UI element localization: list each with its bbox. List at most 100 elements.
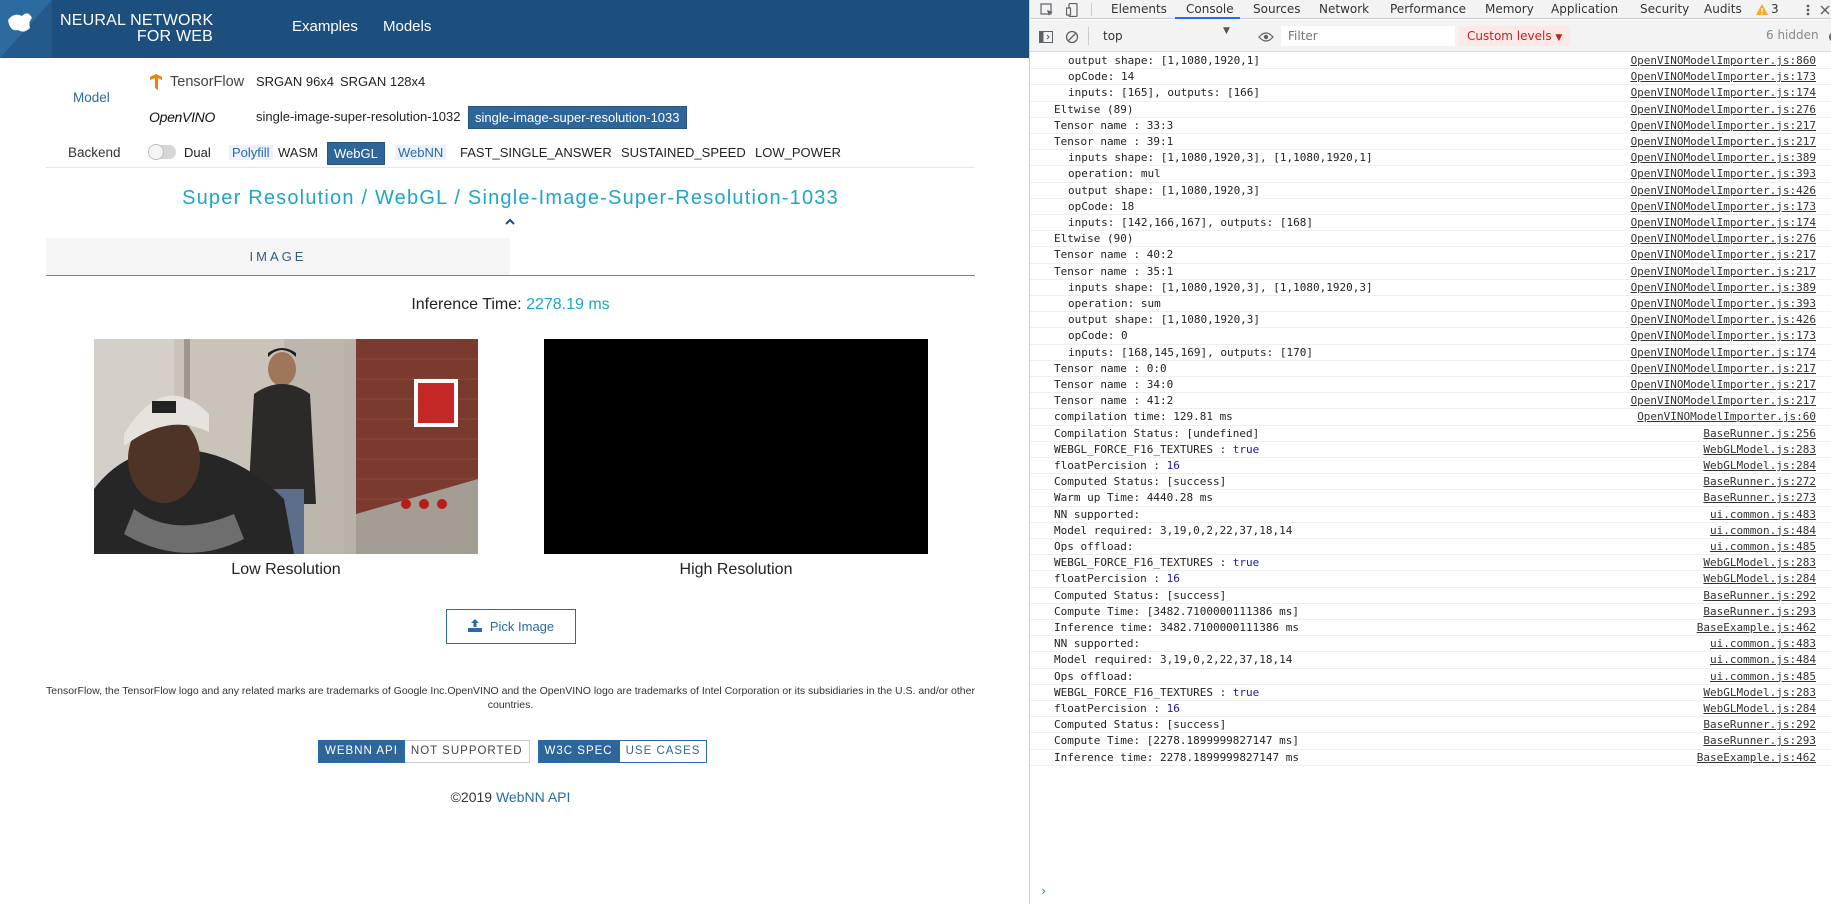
nav-examples[interactable]: Examples — [292, 18, 358, 35]
console-source-link[interactable]: ui.common.js:484 — [1710, 523, 1816, 539]
console-source-link[interactable]: OpenVINOModelImporter.js:174 — [1631, 215, 1816, 231]
console-source-link[interactable]: OpenVINOModelImporter.js:389 — [1631, 150, 1816, 166]
console-source-link[interactable]: OpenVINOModelImporter.js:217 — [1631, 377, 1816, 393]
console-message: WEBGL_FORCE_F16_TEXTURES : — [1054, 685, 1227, 699]
console-source-link[interactable]: ui.common.js:483 — [1710, 636, 1816, 652]
close-devtools-icon[interactable] — [1818, 2, 1831, 16]
copyright-link[interactable]: WebNN API — [496, 789, 570, 805]
model-srgan-96x4[interactable]: SRGAN 96x4 — [256, 74, 334, 89]
console-source-link[interactable]: BaseRunner.js:293 — [1703, 733, 1816, 749]
console-line: Warm up Time: 4440.28 ms BaseRunner.js:27… — [1030, 490, 1831, 507]
console-source-link[interactable]: WebGLModel.js:283 — [1703, 442, 1816, 458]
console-source-link[interactable]: OpenVINOModelImporter.js:173 — [1631, 199, 1816, 215]
console-source-link[interactable]: ui.common.js:485 — [1710, 669, 1816, 685]
sidebar-toggle-icon[interactable] — [1039, 29, 1053, 43]
console-source-link[interactable]: OpenVINOModelImporter.js:276 — [1631, 231, 1816, 247]
low-resolution-image — [94, 339, 478, 554]
tab-security[interactable]: Security — [1640, 2, 1689, 16]
tab-memory[interactable]: Memory — [1485, 2, 1534, 16]
console-source-link[interactable]: BaseRunner.js:272 — [1703, 474, 1816, 490]
console-source-link[interactable]: BaseExample.js:462 — [1697, 750, 1816, 766]
live-expression-eye-icon[interactable] — [1258, 29, 1274, 43]
settings-gear-icon[interactable] — [1827, 29, 1831, 43]
console-source-link[interactable]: OpenVINOModelImporter.js:60 — [1637, 409, 1816, 425]
console-source-link[interactable]: ui.common.js:484 — [1710, 652, 1816, 668]
console-source-link[interactable]: BaseRunner.js:256 — [1703, 426, 1816, 442]
console-source-link[interactable]: OpenVINOModelImporter.js:217 — [1631, 264, 1816, 280]
use-cases-badge[interactable]: USE CASES — [619, 740, 708, 763]
console-message: output shape: [1,1080,1920,3] — [1068, 313, 1261, 327]
tab-performance[interactable]: Performance — [1390, 2, 1466, 16]
console-source-link[interactable]: WebGLModel.js:283 — [1703, 685, 1816, 701]
warning-icon[interactable] — [1755, 2, 1769, 16]
backend-fast-single-answer[interactable]: FAST_SINGLE_ANSWER — [460, 145, 612, 160]
console-source-link[interactable]: OpenVINOModelImporter.js:217 — [1631, 361, 1816, 377]
console-source-link[interactable]: OpenVINOModelImporter.js:173 — [1631, 69, 1816, 85]
context-selector[interactable]: top — [1099, 26, 1279, 46]
console-source-link[interactable]: OpenVINOModelImporter.js:174 — [1631, 345, 1816, 361]
model-srgan-128x4[interactable]: SRGAN 128x4 — [340, 74, 425, 89]
tab-network[interactable]: Network — [1319, 2, 1369, 16]
console-line: WEBGL_FORCE_F16_TEXTURES : true WebGLMode… — [1030, 442, 1831, 458]
console-source-link[interactable]: OpenVINOModelImporter.js:393 — [1631, 296, 1816, 312]
w3c-spec-badge[interactable]: W3C SPEC — [537, 740, 620, 763]
console-source-link[interactable]: WebGLModel.js:284 — [1703, 571, 1816, 587]
console-source-link[interactable]: OpenVINOModelImporter.js:426 — [1631, 183, 1816, 199]
backend-sustained-speed[interactable]: SUSTAINED_SPEED — [621, 145, 746, 160]
console-message: Inference time: 2278.1899999827147 ms — [1054, 750, 1300, 764]
console-source-link[interactable]: OpenVINOModelImporter.js:276 — [1631, 102, 1816, 118]
console-source-link[interactable]: OpenVINOModelImporter.js:173 — [1631, 328, 1816, 344]
console-source-link[interactable]: ui.common.js:483 — [1710, 507, 1816, 523]
inspect-element-icon[interactable] — [1040, 2, 1054, 16]
tab-image[interactable]: IMAGE — [46, 238, 510, 275]
backend-webgl-selected[interactable]: WebGL — [327, 142, 385, 165]
console-filter-input[interactable] — [1281, 26, 1455, 46]
tab-sources[interactable]: Sources — [1253, 2, 1300, 16]
console-source-link[interactable]: ui.common.js:485 — [1710, 539, 1816, 555]
tab-elements[interactable]: Elements — [1111, 2, 1167, 16]
console-source-link[interactable]: OpenVINOModelImporter.js:860 — [1631, 53, 1816, 69]
model-sisr-1032[interactable]: single-image-super-resolution-1032 — [256, 109, 461, 124]
backend-low-power[interactable]: LOW_POWER — [755, 145, 841, 160]
console-source-link[interactable]: BaseRunner.js:273 — [1703, 490, 1816, 506]
nav-models[interactable]: Models — [383, 18, 431, 35]
warning-count: 3 — [1771, 2, 1779, 16]
console-line: Tensor name : 33:3 OpenVINOModelImporter.… — [1030, 118, 1831, 134]
console-source-link[interactable]: OpenVINOModelImporter.js:217 — [1631, 118, 1816, 134]
brand-title[interactable]: NEURAL NETWORK FOR WEB — [60, 13, 213, 45]
console-message: floatPercision : — [1054, 459, 1160, 472]
chevron-up-icon[interactable] — [504, 215, 516, 227]
dual-toggle[interactable] — [148, 144, 176, 160]
console-source-link[interactable]: OpenVINOModelImporter.js:393 — [1631, 166, 1816, 182]
webnn-api-badge[interactable]: WEBNN API — [318, 740, 405, 763]
console-source-link[interactable]: BaseRunner.js:293 — [1703, 604, 1816, 620]
tab-audits[interactable]: Audits — [1704, 2, 1742, 16]
console-source-link[interactable]: OpenVINOModelImporter.js:426 — [1631, 312, 1816, 328]
clear-console-icon[interactable] — [1065, 29, 1079, 44]
console-source-link[interactable]: WebGLModel.js:283 — [1703, 555, 1816, 571]
console-message: Warm up Time: 4440.28 ms — [1054, 491, 1213, 505]
tab-application[interactable]: Application — [1551, 2, 1618, 16]
backend-label: Backend — [68, 145, 121, 160]
console-message: floatPercision : — [1054, 702, 1160, 715]
page-title: Super Resolution / WebGL / Single-Image-… — [182, 187, 839, 209]
model-sisr-1033-selected[interactable]: single-image-super-resolution-1033 — [468, 106, 687, 129]
console-source-link[interactable]: OpenVINOModelImporter.js:217 — [1631, 247, 1816, 263]
backend-wasm[interactable]: WASM — [278, 145, 318, 160]
console-prompt-icon[interactable]: › — [1040, 884, 1047, 898]
console-source-link[interactable]: OpenVINOModelImporter.js:174 — [1631, 85, 1816, 101]
console-source-link[interactable]: BaseRunner.js:292 — [1703, 588, 1816, 604]
console-source-link[interactable]: OpenVINOModelImporter.js:217 — [1631, 393, 1816, 409]
log-levels-dropdown[interactable]: Custom levels ▼ — [1459, 26, 1571, 46]
tab-console[interactable]: Console — [1186, 2, 1234, 16]
console-source-link[interactable]: BaseExample.js:462 — [1697, 620, 1816, 636]
console-source-link[interactable]: OpenVINOModelImporter.js:217 — [1631, 134, 1816, 150]
more-options-icon[interactable] — [1801, 2, 1815, 16]
device-toolbar-icon[interactable] — [1065, 2, 1080, 18]
console-source-link[interactable]: WebGLModel.js:284 — [1703, 701, 1816, 717]
console-source-link[interactable]: WebGLModel.js:284 — [1703, 458, 1816, 474]
console-source-link[interactable]: OpenVINOModelImporter.js:389 — [1631, 280, 1816, 296]
logo-icon[interactable] — [0, 0, 52, 58]
console-source-link[interactable]: BaseRunner.js:292 — [1703, 717, 1816, 733]
pick-image-button[interactable]: Pick Image — [446, 609, 576, 644]
